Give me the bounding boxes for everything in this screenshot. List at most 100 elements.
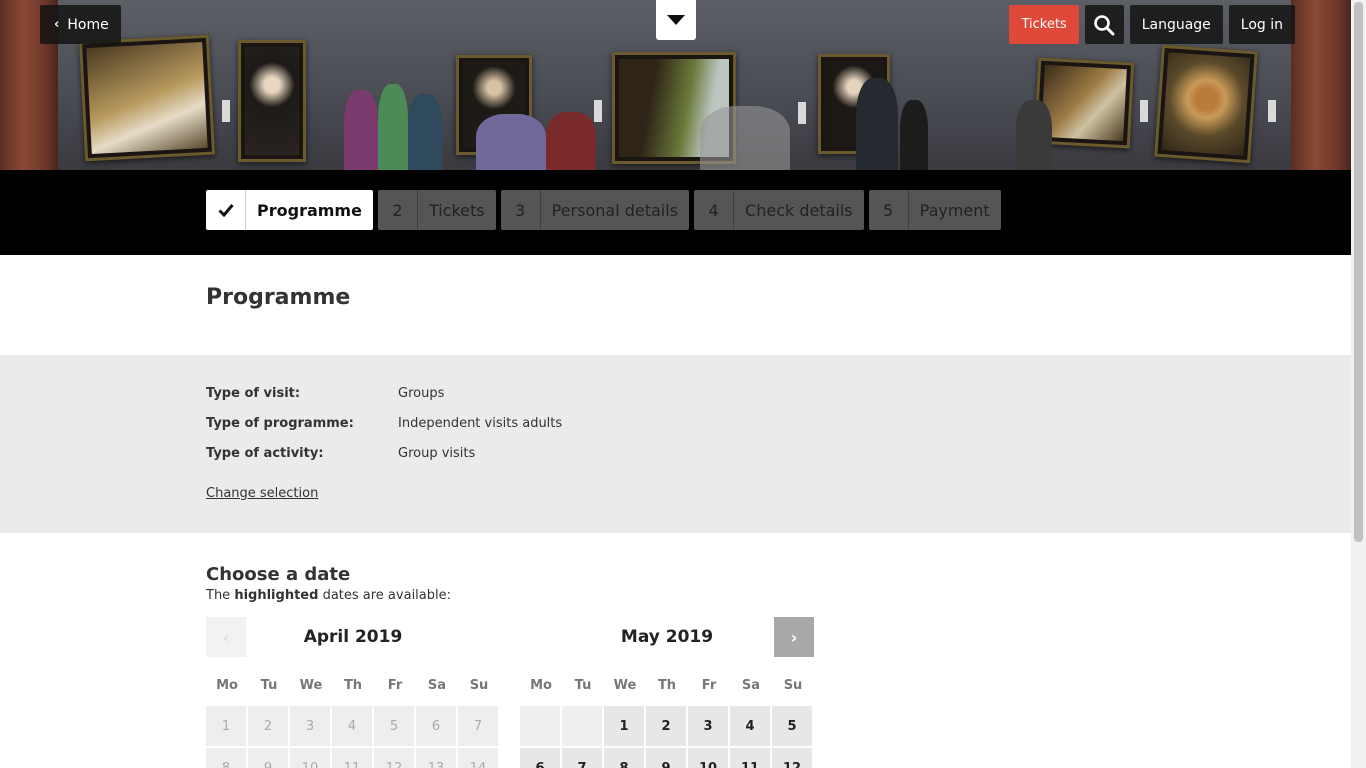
decorative-pillar (1291, 0, 1351, 170)
calendar-day-unavailable: 1 (206, 706, 246, 746)
step-personal-details[interactable]: 3 Personal details (500, 190, 690, 230)
visitor (546, 112, 596, 170)
hero-banner: ‹ Home Tickets Language Log in (0, 0, 1351, 170)
calendar-day-available[interactable]: 7 (562, 748, 602, 768)
calendar-day-available[interactable]: 5 (772, 706, 812, 746)
step-number: 3 (501, 190, 541, 230)
summary-row: Type of visit: Groups (206, 386, 444, 401)
step-label: Payment (919, 200, 990, 220)
calendar-day-available[interactable]: 1 (604, 706, 644, 746)
next-month-button[interactable]: › (774, 617, 814, 657)
visitor (408, 94, 442, 170)
date-picker-subtitle: The highlighted dates are available: (206, 588, 451, 603)
subtitle-text: The (206, 588, 231, 603)
step-payment[interactable]: 5 Payment (868, 190, 1001, 230)
weekday-label: Tu (574, 678, 592, 693)
calendar-day-unavailable: 6 (416, 706, 456, 746)
calendar-day-available[interactable]: 6 (520, 748, 560, 768)
calendar-day-available[interactable]: 8 (604, 748, 644, 768)
summary-key: Type of visit: (206, 386, 301, 401)
selection-summary: Type of visit: Groups Type of programme:… (0, 355, 1351, 533)
language-button[interactable]: Language (1129, 5, 1223, 44)
calendar-day-available[interactable]: 3 (688, 706, 728, 746)
tickets-button[interactable]: Tickets (1009, 5, 1079, 44)
page-scrollbar[interactable] (1351, 0, 1366, 768)
title-section: Programme (0, 255, 1351, 355)
calendar-day-unavailable: 3 (290, 706, 330, 746)
visitor (700, 106, 790, 170)
weekday-label: Sa (427, 678, 447, 693)
search-button[interactable] (1084, 5, 1124, 44)
wall-plaque (1268, 100, 1276, 122)
summary-key: Type of activity: (206, 446, 324, 461)
painting (238, 40, 306, 162)
progress-steps-bar: Programme 2 Tickets 3 Personal details 4… (0, 170, 1351, 255)
subtitle-emphasis: highlighted (234, 588, 319, 603)
calendar-header: May 2019 › (520, 617, 814, 657)
wall-plaque (798, 102, 806, 124)
weekday-label: We (613, 678, 637, 693)
calendar-month-may: May 2019 › Mo Tu We Th Fr Sa Su 1 2 3 4 5 6 7 8 9 10 11 1… (520, 617, 814, 768)
step-number: 2 (378, 190, 418, 230)
calendar-grid: 1 2 3 4 5 6 7 8 9 10 11 12 13 14 (206, 706, 500, 768)
calendar-day-unavailable: 10 (290, 748, 330, 768)
scrollbar-thumb[interactable] (1354, 2, 1363, 542)
chevron-left-icon: ‹ (54, 17, 60, 32)
top-actions: Tickets Language Log in (1009, 5, 1295, 44)
calendar-day-unavailable: 14 (458, 748, 498, 768)
tickets-label: Tickets (1021, 17, 1067, 32)
login-button[interactable]: Log in (1228, 5, 1295, 44)
calendar-day-unavailable: 7 (458, 706, 498, 746)
month-title: April 2019 (303, 627, 403, 647)
summary-value: Independent visits adults (398, 416, 563, 431)
calendar-day-unavailable: 8 (206, 748, 246, 768)
calendar-day-available[interactable]: 4 (730, 706, 770, 746)
step-label: Programme (257, 200, 362, 220)
summary-row: Type of programme: Independent visits ad… (206, 416, 562, 431)
calendar-month-april: ‹ April 2019 Mo Tu We Th Fr Sa Su 1 2 3 4 5 6 7 8 9 10 1… (206, 617, 500, 768)
calendar-day-available[interactable]: 12 (772, 748, 812, 768)
weekday-label: Fr (387, 678, 403, 693)
weekday-header: Mo Tu We Th Fr Sa Su (206, 678, 500, 693)
summary-key: Type of programme: (206, 416, 354, 431)
calendar-day-available[interactable]: 10 (688, 748, 728, 768)
weekday-label: Su (783, 678, 803, 693)
step-programme[interactable]: Programme (206, 190, 373, 230)
calendar-day-available[interactable]: 2 (646, 706, 686, 746)
summary-row: Type of activity: Group visits (206, 446, 475, 461)
subtitle-text: dates are available: (322, 588, 451, 603)
language-label: Language (1141, 16, 1211, 33)
step-check-details[interactable]: 4 Check details (694, 190, 864, 230)
weekday-header: Mo Tu We Th Fr Sa Su (520, 678, 814, 693)
calendar-day-available[interactable]: 9 (646, 748, 686, 768)
wall-plaque (222, 100, 230, 122)
home-label: Home (67, 16, 109, 33)
calendar-day-unavailable: 9 (248, 748, 288, 768)
calendar-day-unavailable: 4 (332, 706, 372, 746)
page-title: Programme (206, 285, 351, 310)
visitor (344, 90, 378, 170)
painting (1154, 44, 1258, 164)
calendar-grid: 1 2 3 4 5 6 7 8 9 10 11 12 (520, 706, 814, 768)
change-selection-link[interactable]: Change selection (206, 486, 318, 501)
calendar-day-unavailable: 13 (416, 748, 456, 768)
calendar-empty-cell (520, 706, 560, 746)
step-tickets[interactable]: 2 Tickets (377, 190, 496, 230)
calendar-day-unavailable: 2 (248, 706, 288, 746)
calendar-day-available[interactable]: 11 (730, 748, 770, 768)
month-title: May 2019 (620, 627, 714, 647)
visitor (476, 114, 546, 170)
menu-toggle-button[interactable] (656, 0, 696, 40)
summary-value: Group visits (398, 446, 476, 461)
date-picker-section: Choose a date The highlighted dates are … (0, 533, 1351, 768)
visitor (856, 78, 898, 170)
caret-down-icon (667, 15, 685, 25)
date-picker-title: Choose a date (206, 564, 351, 585)
login-label: Log in (1240, 16, 1283, 33)
weekday-label: Fr (701, 678, 717, 693)
summary-value: Groups (398, 386, 445, 401)
weekday-label: Su (469, 678, 489, 693)
weekday-label: Mo (530, 678, 552, 693)
home-button[interactable]: ‹ Home (40, 5, 121, 44)
painting (78, 34, 216, 162)
